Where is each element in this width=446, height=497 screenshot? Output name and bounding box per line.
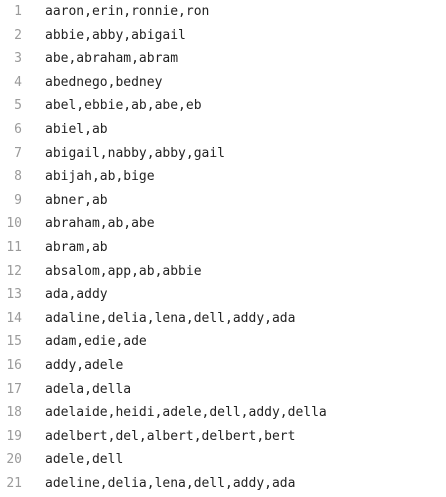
line-number: 3 (14, 51, 22, 67)
code-line: 3 abe,abraham,abram (0, 47, 446, 71)
code-line: 19 adelbert,del,albert,delbert,bert (0, 425, 446, 449)
line-text: abram,ab (45, 240, 108, 255)
line-number: 12 (6, 263, 22, 279)
code-line: 18 adelaide,heidi,adele,dell,addy,della (0, 401, 446, 425)
code-line: 4 abednego,bedney (0, 71, 446, 95)
code-line: 11 abram,ab (0, 236, 446, 260)
line-number: 7 (14, 145, 22, 161)
line-number: 4 (14, 74, 22, 90)
line-text: adelaide,heidi,adele,dell,addy,della (45, 405, 327, 421)
code-line: 6 abiel,ab (0, 118, 446, 142)
line-number: 8 (14, 169, 22, 185)
line-number: 20 (6, 452, 22, 468)
code-line: 15 adam,edie,ade (0, 330, 446, 354)
line-number: 10 (6, 216, 22, 232)
line-text: abner,ab (45, 192, 108, 208)
line-text: addy,adele (45, 358, 124, 373)
line-number: 21 (6, 476, 22, 491)
code-line: 5 abel,ebbie,ab,abe,eb (0, 94, 446, 118)
line-text: abe,abraham,abram (45, 51, 179, 67)
line-number: 16 (6, 358, 22, 373)
line-number: 13 (6, 287, 22, 303)
line-text: abijah,ab,bige (45, 169, 155, 185)
line-text: abigail,nabby,abby,gail (45, 145, 226, 161)
line-number: 6 (14, 122, 22, 137)
line-number: 1 (14, 4, 22, 19)
line-text: abiel,ab (45, 122, 108, 137)
code-line: 17 adela,della (0, 378, 446, 402)
code-line: 21 adeline,delia,lena,dell,addy,ada (0, 472, 446, 496)
code-line: 16 addy,adele (0, 354, 446, 378)
line-text: aaron,erin,ronnie,ron (45, 4, 210, 19)
code-line: 2 abbie,abby,abigail (0, 24, 446, 48)
line-text: adela,della (45, 381, 132, 397)
line-number: 5 (14, 98, 22, 114)
line-text: absalom,app,ab,abbie (45, 263, 202, 279)
code-line: 14 adaline,delia,lena,dell,addy,ada (0, 307, 446, 331)
line-text: adele,dell (45, 452, 124, 468)
line-text: abel,ebbie,ab,abe,eb (45, 98, 202, 114)
code-line: 1 aaron,erin,ronnie,ron (0, 0, 446, 24)
line-text: abbie,abby,abigail (45, 27, 186, 43)
line-text: abraham,ab,abe (45, 216, 155, 232)
code-line: 12 absalom,app,ab,abbie (0, 260, 446, 284)
line-number: 15 (6, 334, 22, 350)
line-text: adam,edie,ade (45, 334, 147, 350)
code-line: 9 abner,ab (0, 189, 446, 213)
code-line: 20 adele,dell (0, 448, 446, 472)
code-line: 13 ada,addy (0, 283, 446, 307)
file-viewer: 1 aaron,erin,ronnie,ron 2 abbie,abby,abigai… (0, 0, 446, 497)
line-text: abednego,bedney (45, 74, 163, 90)
code-line: 8 abijah,ab,bige (0, 165, 446, 189)
line-number: 11 (6, 240, 22, 255)
line-number: 18 (6, 405, 22, 421)
line-number: 2 (14, 27, 22, 43)
line-text: adelbert,del,albert,delbert,bert (45, 428, 296, 444)
code-line: 10 abraham,ab,abe (0, 212, 446, 236)
line-number: 19 (6, 428, 22, 444)
line-text: adeline,delia,lena,dell,addy,ada (45, 476, 296, 491)
line-text: ada,addy (45, 287, 108, 303)
code-line: 7 abigail,nabby,abby,gail (0, 142, 446, 166)
line-number: 14 (6, 310, 22, 326)
line-number: 9 (14, 192, 22, 208)
line-text: adaline,delia,lena,dell,addy,ada (45, 310, 296, 326)
line-number: 17 (6, 381, 22, 397)
